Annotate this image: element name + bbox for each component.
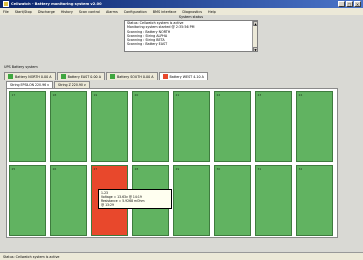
cell-number: 23	[257, 93, 262, 97]
menu-scan-control[interactable]: Scan control	[79, 10, 100, 14]
status-log-list[interactable]: Status: Cellwatch system is active Monit…	[124, 20, 258, 52]
menu-diagnostics[interactable]: Diagnostics	[182, 10, 202, 14]
minimize-button[interactable]: _	[338, 1, 345, 7]
tab-label: Battery WEST 4.10 A	[169, 74, 204, 79]
window-title: Cellwatch - Battery monitoring system v2…	[11, 2, 102, 6]
cell-tile[interactable]: 25	[9, 165, 46, 236]
cell-tile[interactable]: 32	[296, 165, 333, 236]
cell-number: 28	[134, 167, 139, 171]
cell-tile[interactable]: 22	[214, 91, 251, 162]
cell-tile[interactable]: 18	[50, 91, 87, 162]
menu-bms-interface[interactable]: BMS interface	[153, 10, 177, 14]
cell-number: 20	[134, 93, 139, 97]
cell-number: 27	[93, 167, 98, 171]
status-swatch	[8, 74, 13, 79]
tab-string-z[interactable]: String Z 220.90 v	[54, 81, 90, 88]
battery-tabs: Battery NORTH 0.00 A Battery EAST 0.00 A…	[4, 72, 209, 80]
cell-tile[interactable]: 24	[296, 91, 333, 162]
tab-battery-east[interactable]: Battery EAST 0.00 A	[56, 72, 105, 80]
cell-number: 17	[11, 93, 16, 97]
title-bar: Cellwatch - Battery monitoring system v2…	[0, 0, 363, 8]
tab-label: Battery NORTH 0.00 A	[15, 74, 52, 79]
menu-history[interactable]: History	[61, 10, 73, 14]
cell-tooltip: 1-23 Voltage = 13.63v @ 14:19 Resistance…	[98, 189, 172, 209]
cell-grid: 17 18 19 20 21 22 23 24 25 26 27 28 29 3…	[6, 88, 338, 238]
cell-number: 30	[216, 167, 221, 171]
status-swatch	[162, 74, 168, 79]
ups-section-label: UPS Battery system	[4, 65, 38, 69]
menu-configuration[interactable]: Configuration	[124, 10, 147, 14]
tooltip-line: @ 13:29	[101, 203, 114, 207]
menu-discharge[interactable]: Discharge	[38, 10, 55, 14]
scroll-down-icon[interactable]: ▼	[253, 47, 257, 51]
scroll-up-icon[interactable]: ▲	[253, 21, 257, 26]
cell-number: 31	[257, 167, 262, 171]
cell-number: 24	[298, 93, 303, 97]
menu-alarms[interactable]: Alarms	[106, 10, 118, 14]
cell-number: 25	[11, 167, 16, 171]
cell-tile[interactable]: 30	[214, 165, 251, 236]
cell-tile[interactable]: 17	[9, 91, 46, 162]
tab-label: Battery SOUTH 0.00 A	[116, 74, 154, 79]
status-swatch	[109, 74, 115, 79]
status-swatch	[60, 74, 66, 79]
close-button[interactable]: ×	[354, 1, 361, 7]
cell-number: 32	[298, 167, 303, 171]
status-bar-text: Status: Cellwatch system is active	[3, 254, 60, 259]
cell-number: 21	[175, 93, 180, 97]
app-window: Cellwatch - Battery monitoring system v2…	[0, 0, 363, 260]
menu-start-stop[interactable]: Start/Stop	[15, 10, 32, 14]
cell-number: 29	[175, 167, 180, 171]
system-status-panel: System status Status: Cellwatch system i…	[124, 15, 258, 53]
cell-tile[interactable]: 31	[255, 165, 292, 236]
tab-battery-south[interactable]: Battery SOUTH 0.00 A	[105, 72, 158, 80]
cell-tile[interactable]: 29	[173, 165, 210, 236]
cell-tile[interactable]: 23	[255, 91, 292, 162]
cell-tile[interactable]: 21	[173, 91, 210, 162]
menu-bar: File Start/Stop Discharge History Scan c…	[0, 8, 363, 15]
tab-battery-west[interactable]: Battery WEST 4.10 A	[158, 72, 208, 80]
tab-label: Battery EAST 0.00 A	[67, 74, 101, 79]
cell-tile[interactable]: 20	[132, 91, 169, 162]
cell-number: 18	[52, 93, 57, 97]
tab-battery-north[interactable]: Battery NORTH 0.00 A	[4, 72, 56, 80]
menu-help[interactable]: Help	[208, 10, 216, 14]
cell-number: 19	[93, 93, 98, 97]
cell-number: 22	[216, 93, 221, 97]
string-tabs: String EPSILON 220.96 v String Z 220.90 …	[6, 81, 91, 88]
menu-file[interactable]: File	[3, 10, 9, 14]
app-icon	[3, 1, 9, 7]
status-bar: Status: Cellwatch system is active	[0, 252, 363, 260]
maximize-button[interactable]: □	[346, 1, 353, 7]
tab-string-epsilon[interactable]: String EPSILON 220.96 v	[6, 81, 54, 88]
cell-tile[interactable]: 26	[50, 165, 87, 236]
cell-tile[interactable]: 19	[91, 91, 128, 162]
cell-number: 26	[52, 167, 57, 171]
status-line: Scanning : Battery EAST	[127, 42, 168, 47]
status-scrollbar[interactable]: ▲ ▼	[252, 21, 257, 51]
